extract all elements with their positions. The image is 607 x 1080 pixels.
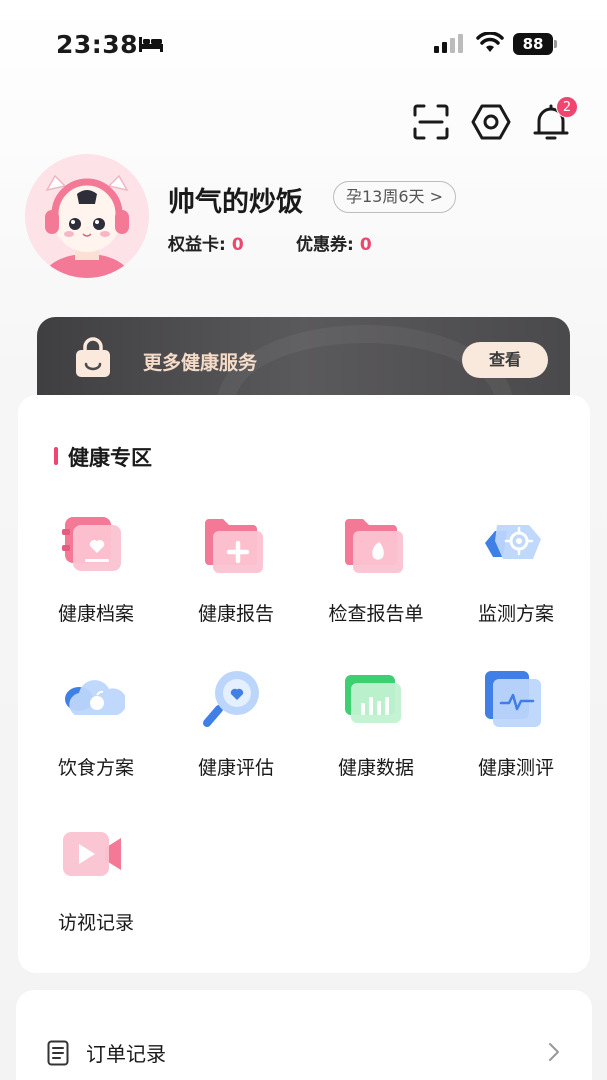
benefit-cards-stat[interactable]: 权益卡: 0 (168, 230, 244, 255)
battery-tip (554, 40, 557, 48)
grid-label: 健康评估 (197, 757, 274, 779)
scan-icon[interactable] (411, 102, 451, 142)
exam-report-icon (345, 519, 403, 573)
order-record-label: 订单记录 (86, 1042, 166, 1066)
grid-label: 访视记录 (57, 912, 134, 934)
wifi-icon (476, 32, 504, 52)
health-test-icon (485, 671, 541, 727)
grid-item-health-data[interactable]: 健康数据 (301, 667, 441, 779)
status-bar: 23:38 88 (0, 0, 607, 90)
benefit-cards-value: 0 (231, 235, 244, 255)
health-zone-card: 健康专区 健康档案 健康报告 检查报告单 监测方案 饮食方案 健康评估 健康数据… (18, 395, 590, 973)
health-zone-title: 健康专区 (68, 446, 152, 470)
grid-item-health-assessment[interactable]: 健康评估 (161, 667, 301, 779)
monitor-plan-icon (485, 525, 541, 559)
grid-label: 监测方案 (477, 603, 554, 625)
section-accent-bar (54, 447, 58, 465)
grid-label: 饮食方案 (57, 757, 134, 779)
grid-label: 健康测评 (477, 757, 554, 779)
grid-item-diet-plan[interactable]: 饮食方案 (21, 667, 161, 779)
health-record-icon (62, 517, 121, 571)
grid-item-monitor-plan[interactable]: 监测方案 (441, 513, 581, 625)
battery-indicator: 88 (513, 33, 553, 55)
view-button[interactable]: 查看 (462, 342, 548, 378)
grid-item-health-record[interactable]: 健康档案 (21, 513, 161, 625)
username: 帅气的炒饭 (168, 187, 303, 218)
document-icon (47, 1040, 69, 1066)
diet-plan-icon (65, 680, 125, 715)
avatar[interactable] (25, 154, 149, 278)
grid-label: 健康数据 (337, 757, 414, 779)
status-time: 23:38 (56, 30, 139, 59)
coupons-stat[interactable]: 优惠券: 0 (296, 230, 372, 255)
grid-label: 健康报告 (197, 603, 274, 625)
grid-item-health-test[interactable]: 健康测评 (441, 667, 581, 779)
grid-item-health-report[interactable]: 健康报告 (161, 513, 301, 625)
visit-record-icon (63, 832, 121, 876)
order-record-row[interactable]: 订单记录 (16, 990, 592, 1080)
grid-label: 检查报告单 (328, 603, 424, 625)
chevron-right-icon (549, 1043, 559, 1061)
grid-label: 健康档案 (57, 603, 134, 625)
signal-icon (434, 34, 463, 53)
avatar-character-icon (45, 174, 129, 278)
health-data-icon (345, 675, 401, 723)
grid-item-visit-record[interactable]: 访视记录 (21, 822, 161, 934)
settings-icon[interactable] (471, 102, 511, 142)
notification-badge: 2 (556, 96, 578, 118)
sleep-bed-icon (139, 37, 163, 52)
pregnancy-week-tag[interactable]: 孕13周6天 > (333, 181, 457, 213)
health-assessment-icon (203, 671, 259, 727)
more-health-services-label: 更多健康服务 (143, 352, 258, 374)
grid-item-exam-report[interactable]: 检查报告单 (301, 513, 441, 625)
coupons-value: 0 (359, 235, 372, 255)
health-report-icon (205, 519, 263, 573)
coupons-label: 优惠券: (296, 235, 354, 255)
shopping-bag-icon (76, 337, 110, 377)
benefit-cards-label: 权益卡: (168, 235, 226, 255)
